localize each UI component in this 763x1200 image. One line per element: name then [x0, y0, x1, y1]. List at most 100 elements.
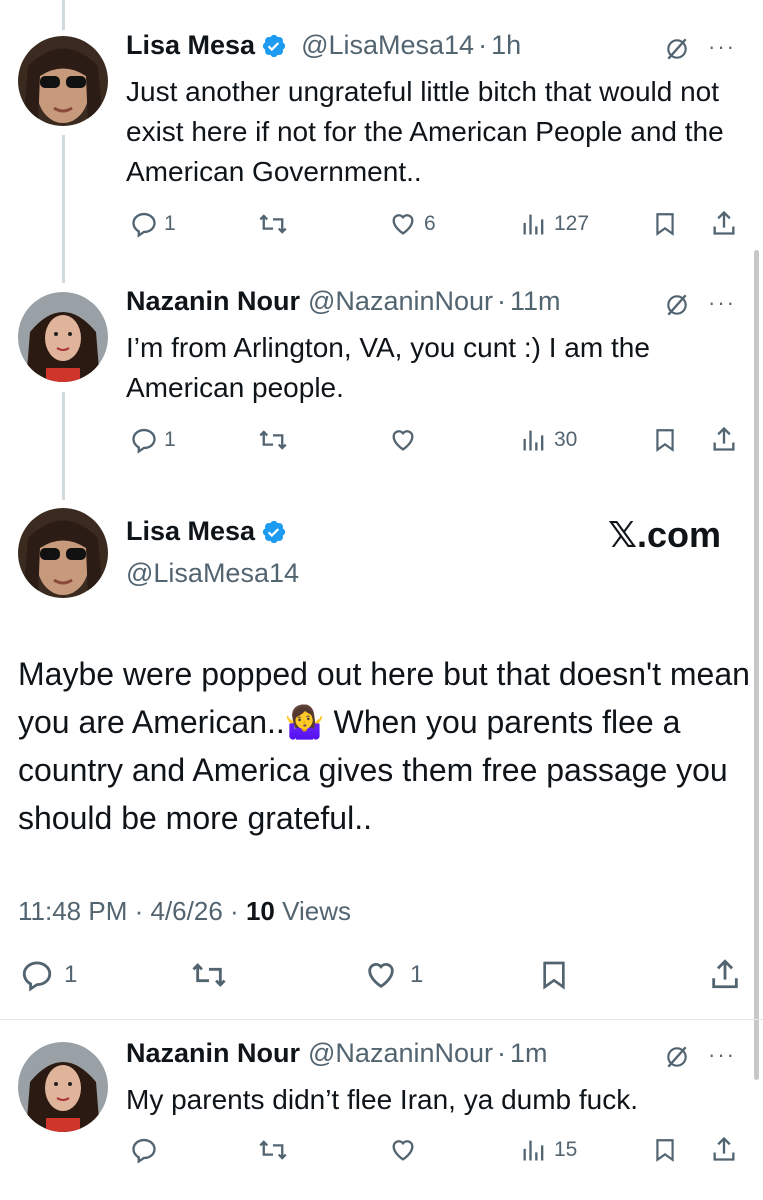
heart-icon: [388, 426, 418, 454]
like-button[interactable]: [388, 1136, 418, 1164]
more-options-icon[interactable]: ···: [708, 34, 736, 60]
separator: ·: [478, 30, 488, 60]
reply-count: 1: [164, 428, 176, 451]
tweet-time[interactable]: 1h: [491, 30, 521, 61]
reply-button[interactable]: 1: [130, 426, 176, 454]
avatar[interactable]: [18, 36, 108, 126]
bookmark-icon: [652, 426, 678, 454]
like-button[interactable]: [388, 426, 418, 454]
views-icon: [520, 210, 548, 238]
repost-icon: [258, 210, 288, 238]
x-logo-watermark: 𝕏.com: [608, 514, 722, 555]
bookmark-icon: [652, 1136, 678, 1164]
tweet-header: Lisa Mesa: [126, 516, 295, 547]
scrollbar[interactable]: [754, 250, 759, 1080]
grok-icon[interactable]: [664, 292, 690, 323]
tweet-time[interactable]: 11m: [510, 286, 561, 317]
reply-button[interactable]: 1: [20, 958, 77, 992]
reply-count: 1: [64, 961, 78, 988]
reply-icon: [130, 1136, 158, 1164]
grok-icon[interactable]: [664, 36, 690, 67]
more-options-icon[interactable]: ···: [708, 290, 736, 316]
share-icon: [710, 1134, 738, 1164]
thread-line-top: [62, 0, 65, 30]
share-button[interactable]: [708, 956, 742, 992]
reply-icon: [130, 426, 158, 454]
user-handle[interactable]: @NazaninNour: [308, 286, 493, 317]
views-button[interactable]: 15: [520, 1136, 577, 1164]
reply-button[interactable]: 1: [130, 210, 176, 238]
tweet-text: My parents didn’t flee Iran, ya dumb fuc…: [126, 1084, 639, 1115]
share-icon: [710, 424, 738, 454]
views-icon: [520, 1136, 548, 1164]
repost-button[interactable]: [258, 426, 288, 454]
views-icon: [520, 426, 548, 454]
avatar[interactable]: [18, 1042, 108, 1132]
display-name[interactable]: Lisa Mesa: [126, 516, 255, 547]
separator: ·: [497, 1038, 507, 1068]
view-count: 10: [245, 896, 275, 926]
tweet-text: Just another ungrateful little bitch tha…: [126, 76, 724, 187]
heart-icon: [388, 210, 418, 238]
verified-badge-icon: [261, 519, 287, 545]
reply-count: 1: [164, 212, 176, 235]
like-button[interactable]: 1: [362, 958, 423, 992]
display-name[interactable]: Nazanin Nour: [126, 1038, 300, 1069]
tweet-text: Maybe were popped out here but that does…: [18, 656, 750, 836]
share-button[interactable]: [710, 208, 738, 238]
divider: [0, 1019, 763, 1020]
views-button[interactable]: 127: [520, 210, 589, 238]
share-button[interactable]: [710, 1134, 738, 1164]
reply-icon: [130, 210, 158, 238]
bookmark-button[interactable]: [652, 426, 678, 454]
repost-button[interactable]: [190, 958, 228, 992]
like-count: 1: [410, 961, 424, 988]
share-button[interactable]: [710, 424, 738, 454]
separator: ·: [497, 286, 507, 316]
bookmark-button[interactable]: [652, 1136, 678, 1164]
share-icon: [708, 956, 742, 992]
reply-button[interactable]: [130, 1136, 158, 1164]
display-name[interactable]: Lisa Mesa: [126, 30, 255, 61]
repost-button[interactable]: [258, 1136, 288, 1164]
repost-icon: [190, 958, 228, 992]
tweet-metadata: 11:48 PM · 4/6/26 · 10 Views: [18, 896, 351, 927]
bookmark-icon: [652, 210, 678, 238]
thread-line-2: [62, 392, 65, 500]
separator: ·: [134, 896, 144, 926]
tweet-time[interactable]: 1m: [510, 1038, 548, 1069]
share-icon: [710, 208, 738, 238]
user-handle[interactable]: @NazaninNour: [308, 1038, 493, 1069]
reply-icon: [20, 958, 54, 992]
like-button[interactable]: 6: [388, 210, 436, 238]
heart-icon: [362, 958, 400, 992]
tweet-header: Nazanin Nour @NazaninNour · 11m: [126, 286, 561, 317]
avatar[interactable]: [18, 508, 108, 598]
view-count: 15: [554, 1138, 578, 1161]
verified-badge-icon: [261, 33, 287, 59]
tweet-date[interactable]: 4/6/26: [151, 896, 223, 926]
repost-button[interactable]: [258, 210, 288, 238]
separator: ·: [230, 896, 239, 926]
tweet-time[interactable]: 11:48 PM: [18, 896, 127, 926]
more-options-icon[interactable]: ···: [708, 1042, 736, 1068]
view-count: 30: [554, 428, 578, 451]
repost-icon: [258, 1136, 288, 1164]
bookmark-button[interactable]: [652, 210, 678, 238]
user-handle[interactable]: @LisaMesa14: [126, 558, 299, 589]
repost-icon: [258, 426, 288, 454]
view-count: 127: [554, 212, 590, 235]
like-count: 6: [424, 212, 436, 235]
bookmark-button[interactable]: [538, 958, 570, 992]
views-label: Views: [282, 896, 351, 926]
avatar[interactable]: [18, 292, 108, 382]
display-name[interactable]: Nazanin Nour: [126, 286, 300, 317]
thread-line-1: [62, 135, 65, 283]
tweet-text: I’m from Arlington, VA, you cunt :) I am…: [126, 332, 650, 403]
tweet-header: Lisa Mesa @LisaMesa14 · 1h: [126, 30, 521, 61]
heart-icon: [388, 1136, 418, 1164]
user-handle[interactable]: @LisaMesa14: [301, 30, 474, 61]
grok-icon[interactable]: [664, 1044, 690, 1075]
views-button[interactable]: 30: [520, 426, 577, 454]
tweet-header: Nazanin Nour @NazaninNour · 1m: [126, 1038, 548, 1069]
